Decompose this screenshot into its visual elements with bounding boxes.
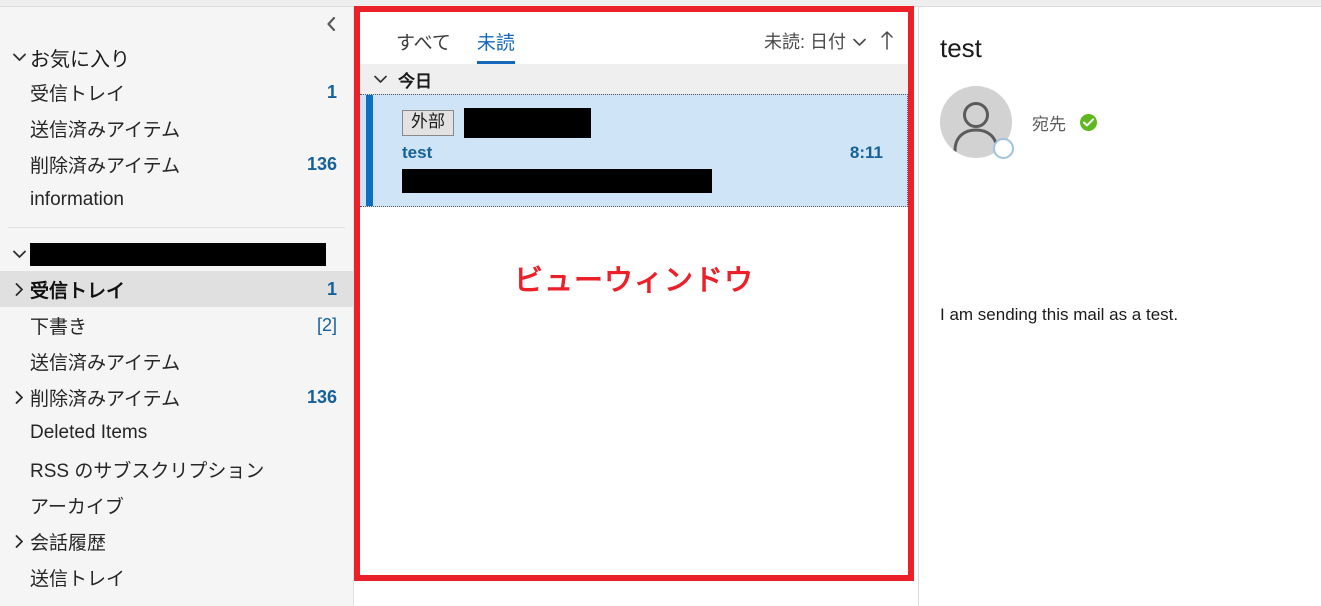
sidebar-item-conversation-history[interactable]: 会話履歴	[0, 523, 353, 559]
chevron-down-icon	[374, 71, 398, 87]
sidebar-item-favorites-deleted[interactable]: 削除済みアイテム 136	[0, 146, 353, 182]
sidebar-item-outbox[interactable]: 送信トレイ	[0, 559, 353, 595]
avatar[interactable]	[940, 86, 1014, 160]
message-list-item[interactable]: 外部 test 8:11	[360, 94, 908, 207]
arrow-up-icon[interactable]	[880, 30, 894, 54]
reading-pane-body: I am sending this mail as a test.	[940, 305, 1179, 325]
sidebar-item-count: 1	[326, 278, 337, 299]
message-preview-redaction	[402, 169, 712, 193]
reading-pane-subject: test	[940, 33, 982, 63]
reading-pane-to-label: 宛先	[1032, 114, 1066, 134]
sidebar-item-deleted-items-en[interactable]: Deleted Items	[0, 415, 353, 451]
favorites-group-header[interactable]: お気に入り	[0, 40, 353, 74]
message-preview-row	[402, 169, 891, 193]
day-group-label: 今日	[398, 71, 432, 91]
message-filter-tabs: すべて 未読	[396, 34, 515, 64]
favorites-group-label: お気に入り	[30, 48, 130, 71]
message-sort-area: 未読: 日付	[764, 30, 894, 64]
chevron-right-icon[interactable]	[8, 282, 30, 296]
sidebar-item-label: 受信トレイ	[30, 83, 126, 105]
sender-name-redaction	[464, 108, 591, 138]
view-window-annotation: ビューウィンドウ	[513, 263, 754, 297]
sidebar-item-archive[interactable]: アーカイブ	[0, 487, 353, 523]
view-window-highlight-box: すべて 未読 未読: 日付 今日 外部 test 8:11 ビューウィンドウ	[354, 6, 914, 581]
sidebar-item-account-inbox[interactable]: 受信トレイ 1	[0, 271, 353, 307]
sidebar-item-label: Deleted Items	[30, 422, 148, 443]
account-name-redaction	[30, 242, 326, 266]
chevron-down-icon	[8, 53, 30, 62]
unread-accent-bar	[366, 95, 373, 206]
day-group-header-today[interactable]: 今日	[360, 64, 908, 94]
sidebar-item-count: 136	[306, 153, 337, 174]
sidebar-item-count: 1	[326, 81, 337, 102]
sidebar-item-rss-subscriptions[interactable]: RSS のサブスクリプション	[0, 451, 353, 487]
external-sender-tag: 外部	[402, 110, 454, 136]
folder-sidebar: お気に入り 受信トレイ 1 送信済みアイテム 削除済みアイテム 136 info…	[0, 7, 354, 606]
reading-pane: test 宛先 I am sending this mail as a test…	[919, 7, 1321, 606]
tab-all[interactable]: すべて	[396, 34, 451, 64]
message-list-pane: すべて 未読 未読: 日付 今日 外部 test 8:11 ビューウィンドウ	[360, 12, 908, 575]
sort-dropdown-label: 未読: 日付	[763, 32, 846, 52]
sidebar-item-label: 削除済みアイテム	[30, 155, 181, 177]
sidebar-item-label: 会話履歴	[30, 532, 107, 554]
sort-dropdown[interactable]: 未読: 日付	[764, 33, 866, 51]
sidebar-item-label: RSS のサブスクリプション	[30, 460, 265, 482]
sidebar-item-count: [2]	[316, 314, 337, 335]
presence-offline-icon	[993, 138, 1014, 160]
outlook-window: お気に入り 受信トレイ 1 送信済みアイテム 削除済みアイテム 136 info…	[0, 0, 1321, 606]
sidebar-item-label: information	[30, 189, 124, 210]
chevron-down-icon	[853, 36, 866, 49]
sidebar-item-label: アーカイブ	[30, 496, 124, 518]
sidebar-item-count: 136	[306, 386, 337, 407]
sidebar-item-favorites-sent[interactable]: 送信済みアイテム	[0, 110, 353, 146]
chevron-left-icon[interactable]	[323, 16, 339, 32]
chevron-right-icon[interactable]	[8, 534, 30, 548]
message-time: 8:11	[849, 143, 883, 162]
message-list-toolbar: すべて 未読 未読: 日付	[360, 12, 908, 64]
tab-unread[interactable]: 未読	[476, 34, 515, 64]
message-sender-row: 外部	[402, 107, 891, 139]
sidebar-item-label: 下書き	[30, 316, 88, 338]
message-subject-row: test 8:11	[402, 143, 891, 163]
sidebar-item-label: 送信トレイ	[30, 568, 126, 590]
reading-pane-recipient-row: 宛先	[940, 86, 1303, 160]
sidebar-divider	[8, 227, 345, 228]
chevron-right-icon[interactable]	[8, 390, 30, 404]
chevron-down-icon	[8, 250, 30, 259]
account-group-header[interactable]	[0, 237, 353, 271]
sidebar-item-deleted[interactable]: 削除済みアイテム 136	[0, 379, 353, 415]
sidebar-item-label: 送信済みアイテム	[30, 352, 181, 374]
account-group: 受信トレイ 1 下書き [2] 送信済みアイテム 削除済みアイテム 136 De…	[0, 237, 353, 595]
sidebar-item-label: 削除済みアイテム	[30, 388, 181, 410]
message-subject: test	[402, 143, 433, 162]
sidebar-collapse-row	[0, 7, 353, 40]
sidebar-item-favorites-inbox[interactable]: 受信トレイ 1	[0, 74, 353, 110]
verified-check-icon	[1080, 113, 1097, 131]
sidebar-item-favorites-information[interactable]: information	[0, 182, 353, 218]
sidebar-item-drafts[interactable]: 下書き [2]	[0, 307, 353, 343]
favorites-group: お気に入り 受信トレイ 1 送信済みアイテム 削除済みアイテム 136 info…	[0, 40, 353, 218]
sidebar-item-label: 受信トレイ	[30, 280, 126, 302]
sidebar-item-sent[interactable]: 送信済みアイテム	[0, 343, 353, 379]
sidebar-item-label: 送信済みアイテム	[30, 119, 181, 141]
